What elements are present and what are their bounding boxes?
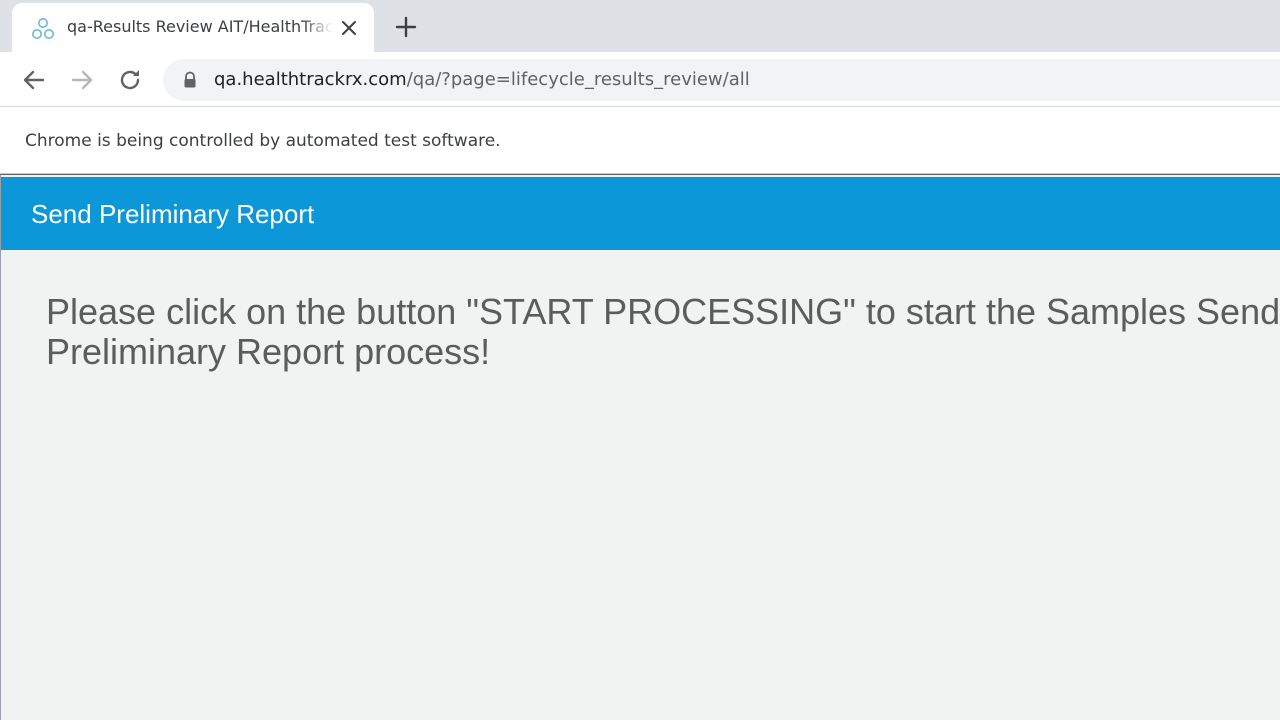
url-path: /qa/?page=lifecycle_results_review/all	[406, 69, 750, 90]
page-content: Send Preliminary Report Please click on …	[0, 174, 1280, 720]
browser-toolbar: qa.healthtrackrx.com/qa/?page=lifecycle_…	[0, 52, 1280, 107]
automation-infobar: Chrome is being controlled by automated …	[0, 107, 1280, 174]
url-host: qa.healthtrackrx.com	[214, 69, 407, 90]
browser-tabstrip: qa-Results Review AIT/HealthTrackRx	[0, 0, 1280, 52]
page-header: Send Preliminary Report	[1, 177, 1280, 250]
instruction-message: Please click on the button "START PROCES…	[46, 291, 1280, 372]
page-title: Send Preliminary Report	[31, 199, 315, 229]
address-url[interactable]: qa.healthtrackrx.com/qa/?page=lifecycle_…	[214, 69, 750, 90]
arrow-left-icon[interactable]	[19, 65, 49, 95]
lock-icon[interactable]	[181, 71, 199, 89]
tab-title: qa-Results Review AIT/HealthTrackRx	[67, 17, 333, 36]
close-tab-icon[interactable]	[340, 19, 358, 37]
address-bar[interactable]: qa.healthtrackrx.com/qa/?page=lifecycle_…	[163, 59, 1280, 101]
arrow-right-icon[interactable]	[67, 65, 97, 95]
healthtrackrx-molecule-icon	[32, 18, 54, 39]
reload-icon[interactable]	[115, 65, 145, 95]
infobar-message: Chrome is being controlled by automated …	[25, 131, 501, 151]
browser-tab-active[interactable]: qa-Results Review AIT/HealthTrackRx	[12, 3, 374, 52]
plus-icon[interactable]	[392, 13, 420, 41]
